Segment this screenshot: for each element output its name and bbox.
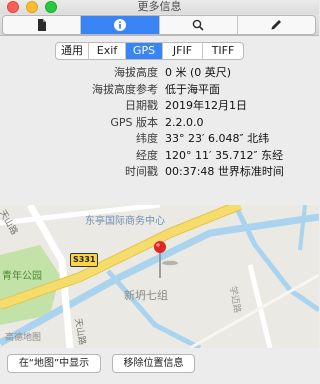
- map-label-park: 青年公园: [2, 271, 42, 282]
- info-segment[interactable]: [81, 16, 160, 34]
- search-icon: [192, 19, 204, 31]
- tab-tiff[interactable]: TIFF: [203, 43, 243, 59]
- pencil-icon: [271, 20, 282, 30]
- info-label: 纬度: [136, 132, 158, 145]
- inspector-segmented-control: [2, 15, 316, 35]
- document-icon: [37, 19, 46, 31]
- info-label: 时间戳: [125, 165, 158, 178]
- info-value: 0 米 (0 英尺): [165, 66, 232, 79]
- info-value: 2019年12月1日: [165, 99, 247, 112]
- info-row-timestamp: 时间戳 00:37:48 世界标准时间: [0, 163, 319, 180]
- info-label: 海拔高度参考: [92, 83, 158, 96]
- info-value: 33° 23′ 6.048″ 北纬: [165, 132, 270, 145]
- show-in-maps-button[interactable]: 在“地图”中显示: [7, 354, 101, 373]
- info-label: 日期戳: [125, 99, 158, 112]
- remove-location-button[interactable]: 移除位置信息: [112, 354, 195, 373]
- toolbar: [0, 14, 319, 36]
- map-pin-icon: [154, 241, 166, 278]
- info-value: 00:37:48 世界标准时间: [165, 165, 284, 178]
- road-badge-s331: S331: [70, 253, 99, 267]
- tab-exif[interactable]: Exif: [89, 43, 126, 59]
- info-label: 经度: [136, 149, 158, 162]
- metadata-tabs: 通用 Exif GPS JFIF TIFF: [55, 42, 244, 60]
- edit-segment[interactable]: [238, 16, 315, 34]
- window-title: 更多信息: [137, 0, 182, 13]
- tab-jfif[interactable]: JFIF: [163, 43, 203, 59]
- info-icon: [113, 19, 126, 31]
- info-row-altitude: 海拔高度 0 米 (0 英尺): [0, 64, 319, 81]
- search-segment[interactable]: [160, 16, 238, 34]
- info-label: GPS 版本: [110, 116, 158, 129]
- title-bar: 更多信息: [0, 0, 319, 14]
- info-row-latitude: 纬度 33° 23′ 6.048″ 北纬: [0, 130, 319, 147]
- map-label-place: 新坍七组: [124, 289, 168, 302]
- tab-gps[interactable]: GPS: [126, 43, 163, 59]
- location-map[interactable]: 东亭国际商务中心 天山路 S331 青年公园 新坍七组 学迈路 天山路 高德地图: [0, 205, 319, 348]
- tab-general[interactable]: 通用: [56, 43, 89, 59]
- map-legal-label[interactable]: 高德地图: [5, 330, 41, 343]
- document-segment[interactable]: [3, 16, 82, 34]
- map-label-poi: 东亭国际商务中心: [85, 216, 165, 227]
- info-label: 海拔高度: [114, 66, 158, 79]
- info-value: 低于海平面: [165, 83, 220, 96]
- info-row-gps-version: GPS 版本 2.2.0.0: [0, 114, 319, 131]
- info-value: 120° 11′ 35.712″ 东经: [165, 149, 284, 162]
- info-row-datestamp: 日期戳 2019年12月1日: [0, 97, 319, 114]
- info-row-altitude-ref: 海拔高度参考 低于海平面: [0, 81, 319, 98]
- info-value: 2.2.0.0: [165, 116, 204, 129]
- info-row-longitude: 经度 120° 11′ 35.712″ 东经: [0, 147, 319, 164]
